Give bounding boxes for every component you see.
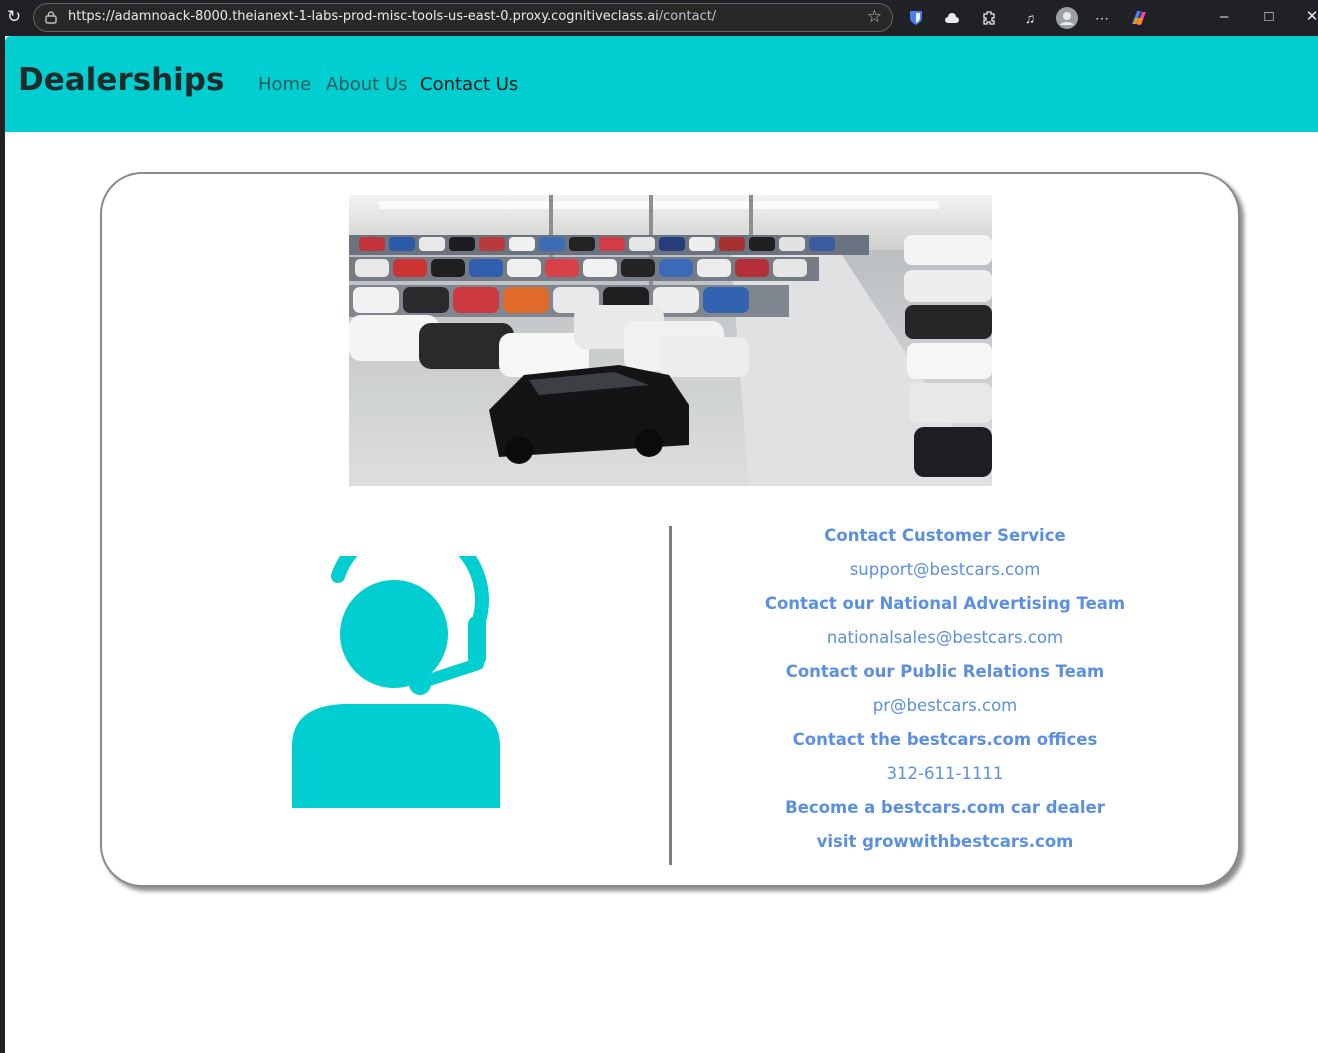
browser-toolbar: ↻ https://adamnoack-8000.theianext-1-lab…	[0, 0, 1318, 36]
reload-icon[interactable]: ↻	[4, 7, 24, 27]
become-dealer-link[interactable]: visit growwithbestcars.com	[692, 829, 1198, 863]
url-text: https://adamnoack-8000.theianext-1-labs-…	[68, 9, 716, 24]
offices-heading: Contact the bestcars.com offices	[792, 730, 1098, 749]
contact-card: Contact Customer Service support@bestcar…	[100, 172, 1240, 887]
public-relations-email[interactable]: pr@bestcars.com	[692, 693, 1198, 727]
extensions-icon[interactable]	[979, 8, 999, 28]
brand-title[interactable]: Dealerships	[18, 62, 224, 98]
bitwarden-icon[interactable]	[906, 8, 926, 28]
lock-icon	[45, 11, 57, 24]
url-main: https://adamnoack-8000.theianext-1-labs-…	[68, 9, 659, 24]
customer-service-heading: Contact Customer Service	[824, 526, 1066, 545]
advertising-team-email[interactable]: nationalsales@bestcars.com	[692, 625, 1198, 659]
advertising-team-heading: Contact our National Advertising Team	[764, 594, 1126, 613]
window-edge	[0, 36, 5, 1053]
maximize-icon[interactable]: □	[1257, 6, 1281, 28]
dealership-lot-image	[349, 195, 992, 486]
copilot-icon[interactable]	[1129, 8, 1149, 28]
media-icon[interactable]: ♫	[1020, 8, 1040, 28]
address-bar[interactable]: https://adamnoack-8000.theianext-1-labs-…	[33, 3, 893, 32]
customer-service-agent-icon	[292, 556, 500, 808]
nav-link-contact[interactable]: Contact Us	[420, 74, 518, 95]
offices-phone[interactable]: 312-611-1111	[692, 761, 1198, 795]
cloud-icon[interactable]	[942, 8, 962, 28]
public-relations-heading: Contact our Public Relations Team	[785, 662, 1105, 681]
url-path: /contact/	[658, 9, 717, 24]
minimize-icon[interactable]: –	[1212, 6, 1236, 28]
nav-link-about[interactable]: About Us	[326, 74, 408, 95]
close-icon[interactable]: ✕	[1300, 6, 1318, 28]
nav-link-home[interactable]: Home	[258, 74, 311, 95]
more-icon[interactable]: ⋯	[1092, 8, 1112, 28]
profile-avatar[interactable]	[1055, 6, 1079, 30]
star-icon[interactable]: ☆	[867, 7, 882, 27]
contact-list: Contact Customer Service support@bestcar…	[692, 523, 1198, 863]
navbar: Dealerships Home About Us Contact Us	[5, 36, 1318, 132]
vertical-divider	[669, 526, 672, 865]
become-dealer-heading: Become a bestcars.com car dealer	[785, 798, 1105, 817]
customer-service-email[interactable]: support@bestcars.com	[692, 557, 1198, 591]
